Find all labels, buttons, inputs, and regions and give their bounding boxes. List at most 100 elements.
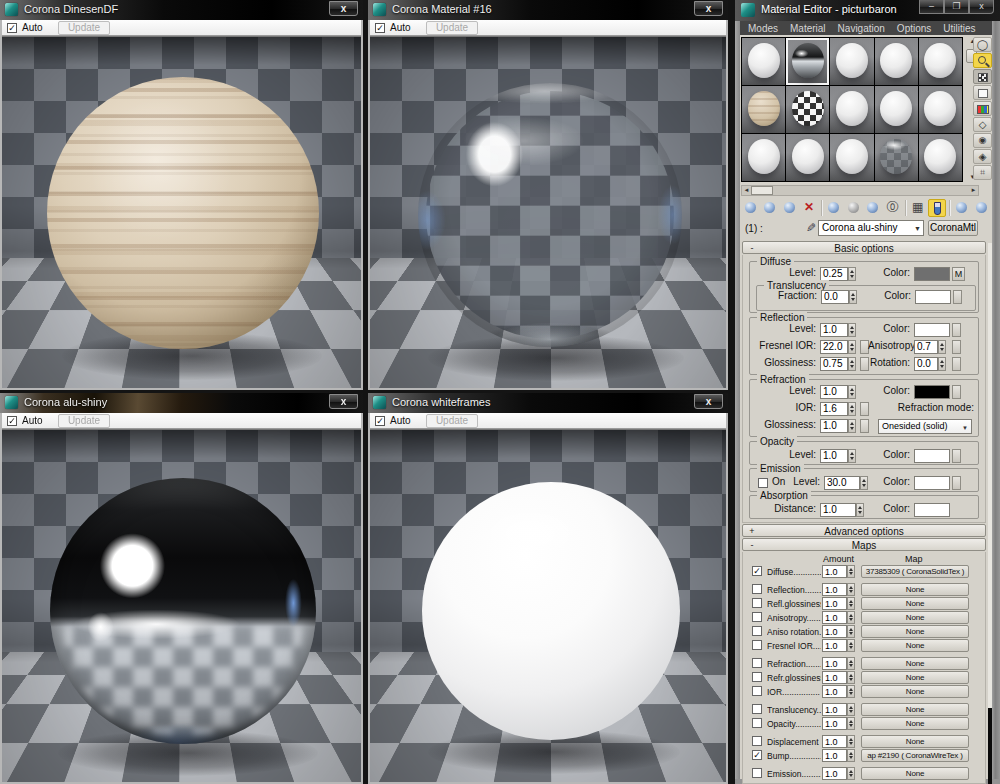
ior-map-button[interactable] xyxy=(860,402,869,416)
map-slot-button[interactable]: ap #2190 ( CoronaWireTex ) xyxy=(861,749,969,762)
map-amount-field[interactable]: 1.0 xyxy=(822,625,847,638)
map-amount-field[interactable]: 1.0 xyxy=(822,583,847,596)
rollout-basic-header[interactable]: - Basic options xyxy=(742,241,986,254)
update-button[interactable]: Update xyxy=(426,414,478,428)
make-preview-icon[interactable]: ◇ xyxy=(973,117,992,132)
opacity-color-swatch[interactable] xyxy=(914,449,950,463)
sample-slot-checker[interactable] xyxy=(786,86,829,133)
backlight-icon[interactable] xyxy=(973,53,992,68)
map-amount-field[interactable]: 1.0 xyxy=(822,717,847,730)
sample-slot-plain[interactable] xyxy=(742,38,785,85)
put-material-to-scene-icon[interactable] xyxy=(761,199,779,217)
map-amount-field[interactable]: 1.0 xyxy=(822,703,847,716)
map-amount-field[interactable]: 1.0 xyxy=(822,749,847,762)
opacity-level-spinner[interactable] xyxy=(848,449,856,463)
map-slot-button[interactable]: None xyxy=(861,685,969,698)
map-checkbox[interactable] xyxy=(752,768,762,778)
close-icon[interactable]: x xyxy=(694,394,723,409)
refraction-color-map-button[interactable] xyxy=(952,385,961,399)
map-amount-spinner[interactable] xyxy=(847,703,855,716)
make-material-copy-icon[interactable] xyxy=(825,199,843,217)
reflection-level-field[interactable]: 1.0 xyxy=(820,323,848,337)
put-to-library-icon[interactable] xyxy=(864,199,882,217)
map-checkbox[interactable] xyxy=(752,704,762,714)
diffuse-color-swatch[interactable] xyxy=(914,267,950,281)
go-to-parent-icon[interactable] xyxy=(953,199,971,217)
map-amount-field[interactable]: 1.0 xyxy=(822,611,847,624)
map-amount-spinner[interactable] xyxy=(847,717,855,730)
anisotropy-spinner[interactable] xyxy=(938,340,946,354)
refraction-level-spinner[interactable] xyxy=(848,385,856,399)
anisotropy-map-button[interactable] xyxy=(952,340,961,354)
update-button[interactable]: Update xyxy=(58,21,110,35)
assign-material-to-selection-icon[interactable] xyxy=(781,199,799,217)
rotation-map-button[interactable] xyxy=(952,357,961,371)
update-button[interactable]: Update xyxy=(58,414,110,428)
map-amount-field[interactable]: 1.0 xyxy=(822,597,847,610)
sample-slot-plain[interactable] xyxy=(830,86,873,133)
menu-navigation[interactable]: Navigation xyxy=(838,23,885,34)
menu-options[interactable]: Options xyxy=(897,23,931,34)
window-titlebar[interactable]: Corona Material #16 x xyxy=(368,0,728,20)
absorption-distance-field[interactable]: 1.0 xyxy=(820,503,856,517)
map-amount-field[interactable]: 1.0 xyxy=(822,657,847,670)
sample-slot-plain[interactable] xyxy=(919,86,962,133)
scroll-left-icon[interactable]: ◄ xyxy=(742,186,751,195)
map-amount-field[interactable]: 1.0 xyxy=(822,565,847,578)
rollout-scrollbar[interactable] xyxy=(988,243,992,777)
absorption-distance-spinner[interactable] xyxy=(856,503,864,517)
refraction-level-field[interactable]: 1.0 xyxy=(820,385,848,399)
material-map-navigator-icon[interactable]: ⌗ xyxy=(973,165,992,180)
map-checkbox[interactable] xyxy=(752,598,762,608)
map-amount-spinner[interactable] xyxy=(847,749,855,762)
pick-material-icon[interactable]: ✎ xyxy=(802,221,816,236)
editor-titlebar[interactable]: Material Editor - picturbaron – ❐ x xyxy=(735,0,1000,21)
map-amount-spinner[interactable] xyxy=(847,597,855,610)
diffuse-level-spinner[interactable] xyxy=(848,267,856,281)
translucency-fraction-field[interactable]: 0.0 xyxy=(821,290,849,304)
map-slot-button[interactable]: None xyxy=(861,657,969,670)
refraction-glossiness-spinner[interactable] xyxy=(848,419,856,433)
scrollbar-thumb[interactable] xyxy=(988,708,992,784)
reflection-color-swatch[interactable] xyxy=(914,323,950,337)
map-slot-button[interactable]: None xyxy=(861,639,969,652)
material-id-channel-icon[interactable]: ⓪ xyxy=(883,199,901,217)
reflection-level-spinner[interactable] xyxy=(848,323,856,337)
map-slot-button[interactable]: 37385309 ( CoronaSolidTex ) xyxy=(861,565,969,578)
opacity-color-map-button[interactable] xyxy=(952,449,961,463)
select-by-material-icon[interactable]: ◈ xyxy=(973,149,992,164)
map-amount-spinner[interactable] xyxy=(847,625,855,638)
map-slot-button[interactable]: None xyxy=(861,597,969,610)
auto-checkbox[interactable]: ✓ xyxy=(375,416,385,426)
get-material-icon[interactable] xyxy=(742,199,760,217)
diffuse-map-button[interactable]: M xyxy=(952,267,965,281)
ior-spinner[interactable] xyxy=(848,402,856,416)
options-icon[interactable]: ◉ xyxy=(973,133,992,148)
map-amount-spinner[interactable] xyxy=(847,767,855,780)
map-amount-spinner[interactable] xyxy=(847,611,855,624)
emission-color-map-button[interactable] xyxy=(952,476,961,490)
video-color-check-icon[interactable] xyxy=(973,101,992,116)
material-class-button[interactable]: CoronaMtl xyxy=(928,220,978,236)
sample-slot-plain[interactable] xyxy=(742,134,785,181)
map-amount-spinner[interactable] xyxy=(847,735,855,748)
sample-slot-chrome[interactable] xyxy=(786,38,829,85)
sample-uv-tiling-icon[interactable] xyxy=(973,85,992,100)
rollout-advanced-header[interactable]: + Advanced options xyxy=(742,524,986,537)
map-checkbox[interactable]: ✓ xyxy=(752,750,762,760)
sample-slot-plain[interactable] xyxy=(919,38,962,85)
reset-map-icon[interactable]: ✕ xyxy=(800,199,818,217)
map-slot-button[interactable]: None xyxy=(861,767,969,780)
sample-slot-plain[interactable] xyxy=(875,86,918,133)
map-amount-field[interactable]: 1.0 xyxy=(822,685,847,698)
scroll-right-icon[interactable]: ► xyxy=(969,186,978,195)
scroll-handle[interactable] xyxy=(751,186,773,195)
minimize-icon[interactable]: – xyxy=(919,0,944,14)
background-icon[interactable] xyxy=(973,69,992,84)
map-slot-button[interactable]: None xyxy=(861,717,969,730)
map-checkbox[interactable] xyxy=(752,612,762,622)
map-amount-field[interactable]: 1.0 xyxy=(822,671,847,684)
map-amount-field[interactable]: 1.0 xyxy=(822,767,847,780)
sample-slot-wood[interactable] xyxy=(742,86,785,133)
refraction-glossiness-field[interactable]: 1.0 xyxy=(820,419,848,433)
